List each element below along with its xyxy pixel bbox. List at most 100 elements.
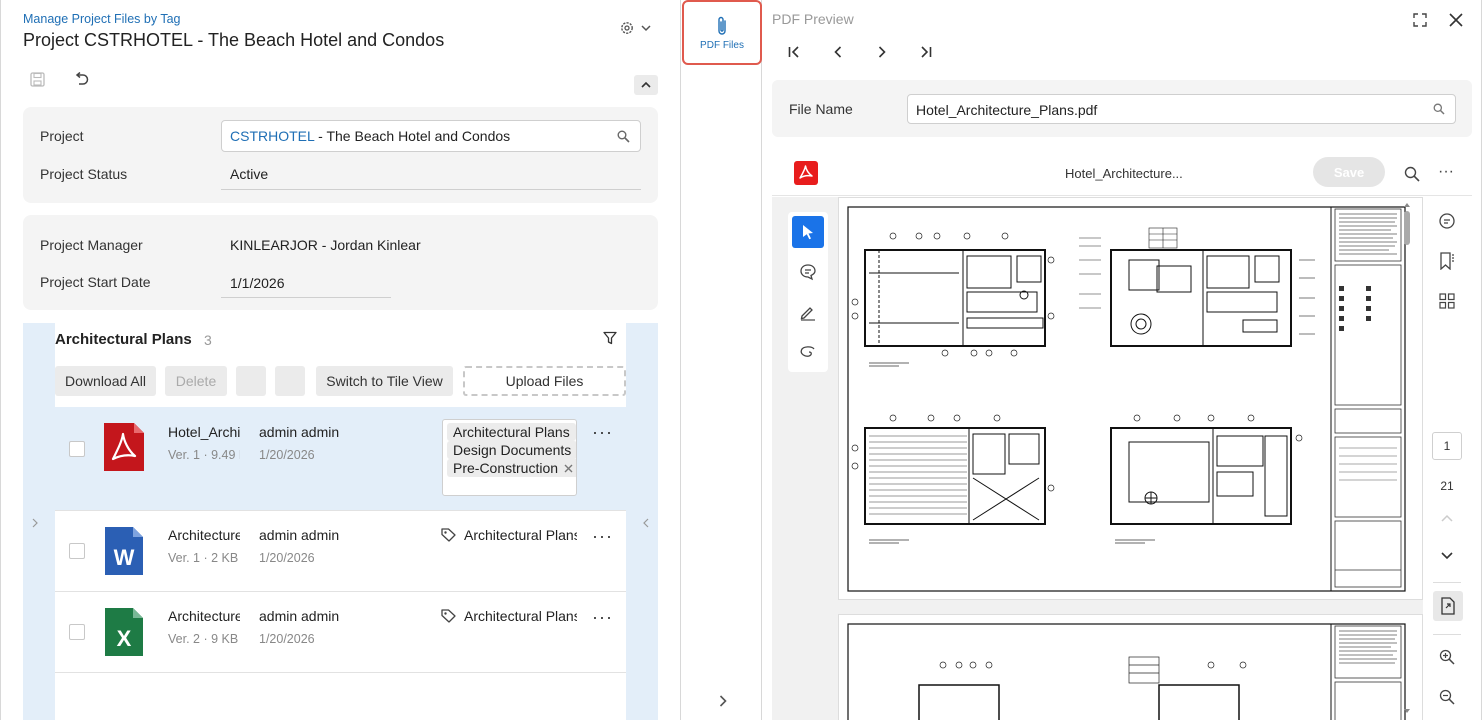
first-page-icon[interactable]	[784, 42, 804, 62]
table-row[interactable]: W Architecture_Specs.docx Ver. 1 · 2 KB …	[55, 511, 626, 592]
upload-files-button[interactable]: Upload Files	[463, 366, 626, 396]
file-owner: admin admin	[259, 424, 340, 440]
project-code-link[interactable]: CSTRHOTEL	[230, 128, 314, 144]
file-tag[interactable]: Architectural Plans	[441, 527, 577, 543]
word-file-icon: W	[105, 527, 143, 575]
search-icon[interactable]	[1402, 164, 1422, 184]
files-panel: Architectural Plans 3 Download All Delet…	[23, 323, 658, 720]
filter-icon[interactable]	[599, 329, 621, 347]
search-icon[interactable]	[617, 130, 630, 143]
project-status-label: Project Status	[40, 166, 128, 182]
project-start-date-label: Project Start Date	[40, 274, 151, 290]
close-icon[interactable]	[564, 464, 573, 473]
collapse-button[interactable]	[634, 75, 658, 95]
fit-page-icon[interactable]	[1433, 591, 1463, 621]
manager-card: Project Manager KINLEARJOR - Jordan Kinl…	[23, 215, 658, 310]
more-options-button[interactable]: ···	[592, 422, 613, 443]
switch-to-tile-view-button[interactable]: Switch to Tile View	[316, 366, 453, 396]
last-page-icon[interactable]	[916, 42, 936, 62]
search-icon[interactable]	[1433, 103, 1445, 115]
tag-chip[interactable]: Pre-Construction	[447, 459, 576, 477]
chevron-left-icon[interactable]	[638, 513, 654, 533]
bookmark-icon[interactable]	[1437, 251, 1457, 271]
more-icon[interactable]: ···	[1438, 163, 1454, 181]
file-meta: Ver. 2 · 9 KB	[168, 632, 239, 646]
file-name-input[interactable]: Hotel_Architecture_Plans.pdf	[907, 94, 1456, 124]
file-owner: admin admin	[259, 527, 340, 543]
pdf-files-button[interactable]: PDF Files	[682, 0, 762, 65]
file-name[interactable]: Architecture_Specs.docx	[168, 527, 240, 543]
left-pane: Manage Project Files by Tag Project CSTR…	[0, 0, 681, 720]
download-all-button[interactable]: Download All	[55, 366, 156, 396]
row-checkbox[interactable]	[69, 543, 85, 559]
tag-input[interactable]: Architectural Plans Design Documents Pre…	[442, 419, 577, 496]
pdf-preview-pane: PDF Preview File Name Hotel_Architecture…	[762, 0, 1482, 720]
chevron-up-icon	[641, 81, 651, 89]
paperclip-icon	[715, 15, 729, 37]
toolbar-blank-button-1[interactable]	[236, 366, 266, 396]
row-checkbox[interactable]	[69, 624, 85, 640]
close-icon[interactable]	[1446, 11, 1466, 29]
svg-text:X: X	[117, 626, 132, 651]
preview-title: PDF Preview	[772, 11, 854, 27]
page-number-input[interactable]: 1	[1432, 432, 1462, 460]
page-down-icon[interactable]	[1437, 547, 1457, 565]
chevron-right-icon[interactable]	[716, 692, 730, 710]
tag-icon	[441, 528, 456, 542]
next-page-icon[interactable]	[872, 42, 892, 62]
file-tag[interactable]: Architectural Plans	[441, 608, 577, 624]
zoom-in-icon[interactable]	[1437, 647, 1457, 667]
shape-tool-icon[interactable]	[792, 336, 824, 368]
delete-button[interactable]: Delete	[165, 366, 227, 396]
chevron-right-icon[interactable]	[27, 513, 43, 533]
tag-chip-label: Pre-Construction	[453, 460, 559, 476]
doc-title: Hotel_Architecture...	[1065, 166, 1183, 181]
file-name[interactable]: Architecture_Schedule.xlsx	[168, 608, 240, 624]
row-checkbox[interactable]	[69, 441, 85, 457]
comments-panel-icon[interactable]	[1437, 211, 1457, 231]
thumbnails-icon[interactable]	[1437, 291, 1457, 311]
file-date: 1/20/2026	[259, 551, 315, 565]
project-status-value: Active	[230, 166, 269, 182]
file-name[interactable]: Hotel_Architecture_Plans.pdf	[168, 424, 240, 440]
pdf-viewer: 1 21	[772, 197, 1472, 720]
pdf-file-icon	[104, 423, 144, 471]
save-button[interactable]: Save	[1313, 157, 1385, 187]
expand-icon[interactable]	[1410, 11, 1430, 29]
breadcrumb[interactable]: Manage Project Files by Tag	[23, 12, 181, 26]
file-meta: Ver. 1 · 9.49 MB	[168, 448, 240, 462]
project-card: Project CSTRHOTEL - The Beach Hotel and …	[23, 107, 658, 203]
tag-chip[interactable]: Design Documents	[447, 441, 576, 459]
more-options-button[interactable]: ···	[592, 526, 613, 547]
viewer-header: Hotel_Architecture... Save ···	[772, 152, 1472, 196]
save-icon[interactable]	[27, 69, 47, 89]
table-row[interactable]: X Architecture_Schedule.xlsx Ver. 2 · 9 …	[55, 592, 626, 673]
file-tag-label: Architectural Plans	[464, 527, 577, 543]
viewer-scrollbar[interactable]	[1402, 201, 1412, 716]
gear-icon	[619, 20, 635, 36]
project-value: CSTRHOTEL - The Beach Hotel and Condos	[230, 128, 510, 144]
tag-icon	[441, 609, 456, 623]
page-up-icon[interactable]	[1437, 509, 1457, 527]
file-date: 1/20/2026	[259, 632, 315, 646]
more-options-button[interactable]: ···	[592, 607, 613, 628]
group-title: Architectural Plans	[55, 331, 192, 348]
divider	[221, 189, 641, 190]
tag-chip[interactable]: Architectural Plans	[447, 423, 576, 441]
toolbar-blank-button-2[interactable]	[275, 366, 305, 396]
divider	[1433, 634, 1461, 635]
undo-icon[interactable]	[71, 69, 91, 89]
file-name-label: File Name	[789, 101, 853, 117]
previous-page-icon[interactable]	[828, 42, 848, 62]
pen-tool-icon[interactable]	[792, 296, 824, 328]
select-tool-icon[interactable]	[792, 216, 824, 248]
settings-menu-button[interactable]	[615, 18, 655, 38]
file-tag-label: Architectural Plans	[464, 608, 577, 624]
pdf-files-label: PDF Files	[700, 39, 744, 51]
project-input[interactable]: CSTRHOTEL - The Beach Hotel and Condos	[221, 120, 641, 152]
comment-tool-icon[interactable]	[792, 256, 824, 288]
excel-file-icon: X	[105, 608, 143, 656]
table-row[interactable]: Hotel_Architecture_Plans.pdf Ver. 1 · 9.…	[55, 407, 626, 511]
zoom-out-icon[interactable]	[1437, 687, 1457, 707]
svg-text:W: W	[114, 545, 135, 570]
